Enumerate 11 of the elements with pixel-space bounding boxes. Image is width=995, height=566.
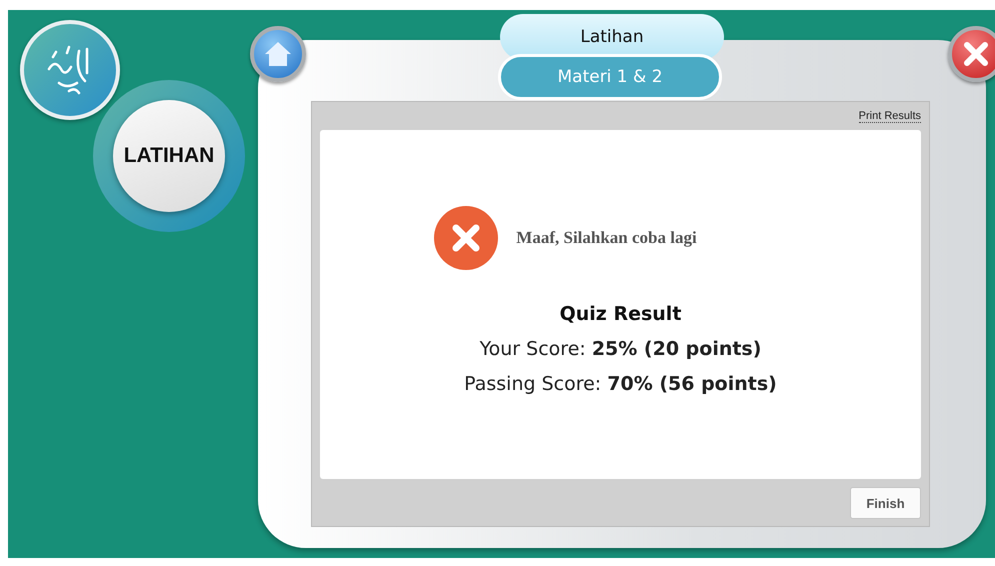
home-icon [263, 40, 293, 68]
print-results-link[interactable]: Print Results [858, 110, 921, 122]
section-title: LATIHAN [113, 100, 225, 212]
close-icon [962, 40, 990, 68]
result-heading: Quiz Result [560, 303, 682, 325]
home-button[interactable] [250, 26, 306, 82]
finish-button[interactable]: Finish [850, 487, 921, 519]
close-button[interactable] [948, 26, 995, 82]
score-line: Your Score: 25% (20 points) [480, 338, 762, 360]
result-message: Maaf, Silahkan coba lagi [516, 228, 697, 248]
score-line: Passing Score: 70% (56 points) [464, 373, 777, 395]
